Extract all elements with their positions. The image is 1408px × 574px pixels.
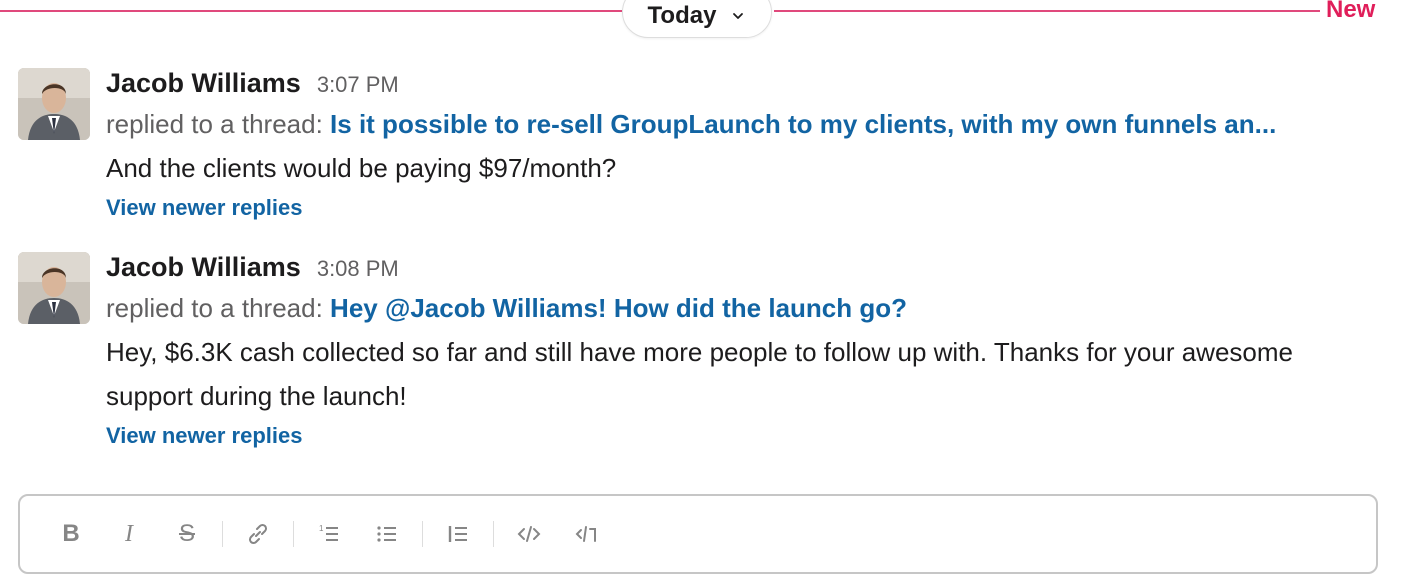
new-messages-label: New: [1326, 0, 1376, 23]
day-jump-button[interactable]: Today: [622, 0, 772, 38]
toolbar-divider: [222, 521, 223, 547]
new-messages-divider-left: [0, 10, 622, 12]
message-timestamp[interactable]: 3:07 PM: [317, 72, 399, 98]
ordered-list-icon[interactable]: 1: [300, 514, 358, 554]
avatar[interactable]: [18, 252, 90, 324]
thread-title-link[interactable]: Is it possible to re-sell GroupLaunch to…: [330, 109, 1276, 139]
view-newer-replies-link[interactable]: View newer replies: [106, 418, 1388, 454]
view-newer-replies-link[interactable]: View newer replies: [106, 190, 1388, 226]
toolbar-divider: [293, 521, 294, 547]
message-composer[interactable]: B I S 1: [18, 494, 1378, 574]
code-block-icon[interactable]: [558, 514, 616, 554]
bulleted-list-icon[interactable]: [358, 514, 416, 554]
reply-prefix: replied to a thread:: [106, 293, 323, 323]
message-text: Hey, $6.3K cash collected so far and sti…: [106, 337, 1293, 411]
link-icon[interactable]: [229, 514, 287, 554]
author-name[interactable]: Jacob Williams: [106, 252, 301, 283]
bold-button[interactable]: B: [42, 514, 100, 554]
new-messages-divider-right: [774, 10, 1320, 12]
day-label: Today: [647, 2, 717, 29]
reply-prefix: replied to a thread:: [106, 109, 323, 139]
strikethrough-button[interactable]: S: [158, 514, 216, 554]
blockquote-icon[interactable]: [429, 514, 487, 554]
toolbar-divider: [493, 521, 494, 547]
chevron-down-icon: [730, 8, 746, 24]
svg-text:1: 1: [319, 524, 324, 533]
formatting-toolbar: B I S 1: [42, 514, 616, 554]
code-icon[interactable]: [500, 514, 558, 554]
reply-context: replied to a thread: Hey @Jacob Williams…: [106, 286, 1388, 330]
avatar[interactable]: [18, 68, 90, 140]
message-text: And the clients would be paying $97/mont…: [106, 153, 617, 183]
reply-context: replied to a thread: Is it possible to r…: [106, 102, 1388, 146]
toolbar-divider: [422, 521, 423, 547]
author-name[interactable]: Jacob Williams: [106, 68, 301, 99]
thread-title-link[interactable]: Hey @Jacob Williams! How did the launch …: [330, 293, 907, 323]
italic-button[interactable]: I: [100, 514, 158, 554]
message-timestamp[interactable]: 3:08 PM: [317, 256, 399, 282]
